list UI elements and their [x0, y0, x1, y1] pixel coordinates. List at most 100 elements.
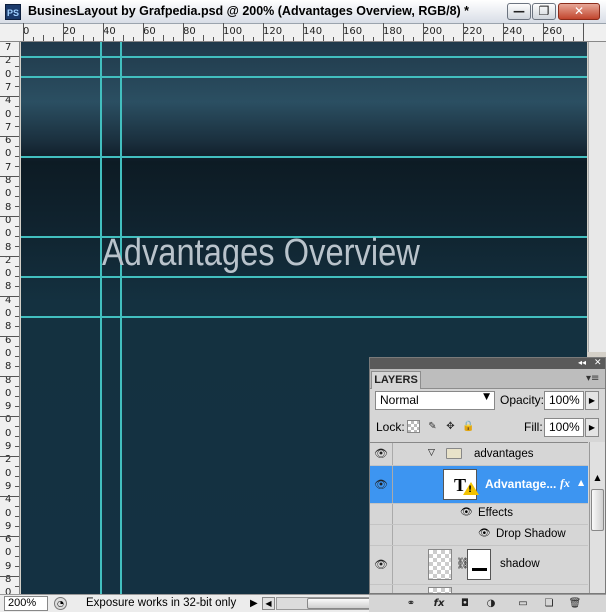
fx-icon[interactable]: fx — [431, 597, 447, 611]
expand-triangle-icon[interactable]: ▽ — [428, 448, 435, 458]
ruler-label: 0 — [5, 108, 12, 120]
ruler-tick — [15, 466, 19, 467]
blend-mode-select[interactable]: Normal ▼ — [375, 391, 495, 410]
ruler-tick — [15, 436, 19, 437]
drop-shadow-row[interactable]: 👁 Drop Shadow — [370, 525, 588, 546]
adjustment-icon[interactable]: ◑ — [483, 597, 499, 611]
ruler-tick — [203, 35, 204, 41]
ruler-label: 8 — [5, 321, 12, 333]
ruler-tick — [513, 37, 514, 41]
ruler-label: 8 — [5, 361, 12, 373]
layer-row-selected[interactable]: 👁 T ! Advantage... fx ▲ — [370, 466, 588, 504]
ruler-tick — [15, 426, 19, 427]
eye-icon[interactable]: 👁 — [460, 507, 473, 518]
minimize-button[interactable]: — — [507, 3, 531, 20]
ruler-tick — [463, 23, 464, 41]
folder-icon — [446, 448, 462, 459]
layers-scroll-thumb[interactable] — [591, 489, 604, 531]
guide-horizontal[interactable] — [21, 276, 587, 278]
layer-name: Advantage... — [485, 477, 557, 491]
ruler-label: 0 — [5, 268, 12, 280]
ruler-tick — [15, 476, 19, 477]
ruler-label: 9 — [5, 441, 12, 452]
mask-icon[interactable]: ◘ — [457, 597, 473, 611]
ruler-tick — [15, 506, 19, 507]
ruler-label: 0 — [5, 467, 12, 479]
tab-layers[interactable]: LAYERS — [371, 371, 421, 389]
ruler-tick — [73, 37, 74, 41]
new-layer-icon[interactable]: ❏ — [541, 597, 557, 611]
layer-row[interactable]: 👁 ⛓ shadow — [370, 546, 588, 585]
maximize-button[interactable]: ❐ — [532, 3, 556, 20]
ruler-label: 9 — [5, 520, 12, 532]
layer-row[interactable] — [370, 585, 588, 593]
effects-row[interactable]: 👁 Effects — [370, 504, 588, 525]
panel-menu-icon[interactable]: ▾≡ — [586, 373, 599, 384]
eye-icon[interactable]: 👁 — [370, 466, 393, 503]
opacity-slider-button[interactable]: ▶ — [585, 391, 599, 410]
link-icon[interactable]: ⚭ — [403, 597, 419, 611]
ruler-tick — [283, 35, 284, 41]
lock-transparency-icon[interactable] — [407, 420, 420, 433]
title-bar: PS BusinesLayout by Grafpedia.psd @ 200%… — [0, 0, 606, 24]
ruler-tick — [413, 37, 414, 41]
ruler-tick — [15, 276, 19, 277]
ruler-label: 0 — [5, 547, 12, 559]
guide-horizontal[interactable] — [21, 156, 587, 158]
panel-collapse-icon[interactable]: ◂◂ — [578, 358, 586, 368]
fx-icon[interactable]: fx — [560, 476, 570, 491]
lock-brush-icon[interactable]: ✎ — [426, 420, 439, 433]
blank-eye-slot — [370, 585, 393, 593]
eye-icon[interactable]: 👁 — [478, 528, 491, 539]
vertical-ruler[interactable]: 7207407607808008208408608809009209409609… — [0, 42, 20, 594]
layer-name: shadow — [500, 558, 540, 570]
opacity-field[interactable]: 100% — [544, 391, 584, 410]
zoom-level-field[interactable]: 200% — [4, 596, 48, 611]
trash-icon[interactable]: 🗑 — [567, 597, 583, 611]
panel-close-icon[interactable]: ✕ — [594, 358, 602, 368]
ruler-label: 80 — [183, 26, 196, 37]
ruler-label: 60 — [143, 26, 156, 37]
ruler-tick — [373, 37, 374, 41]
ruler-tick — [23, 23, 24, 41]
ruler-tick — [0, 216, 19, 217]
effects-toggle-icon[interactable]: ▲ — [578, 478, 584, 487]
eye-icon[interactable]: 👁 — [370, 443, 393, 465]
ruler-tick — [15, 306, 19, 307]
ruler-tick — [15, 386, 19, 387]
panel-tab-bar: LAYERS ▾≡ — [370, 369, 605, 389]
ruler-tick — [393, 37, 394, 41]
guide-vertical[interactable] — [100, 42, 102, 594]
eye-icon[interactable]: 👁 — [370, 546, 393, 584]
close-button[interactable]: ✕ — [558, 3, 600, 20]
scroll-up-icon[interactable]: ▲ — [591, 473, 604, 485]
guide-horizontal[interactable] — [21, 316, 587, 318]
guide-vertical[interactable] — [120, 42, 122, 594]
layers-scrollbar[interactable]: ▲ — [589, 442, 605, 593]
layer-group-row[interactable]: 👁 ▽ advantages — [370, 443, 588, 466]
ruler-tick — [15, 366, 19, 367]
ruler-tick — [343, 23, 344, 41]
scroll-left-button[interactable]: ◀ — [262, 597, 275, 610]
lock-move-icon[interactable]: ✥ — [444, 420, 457, 433]
ruler-label: 8 — [5, 281, 12, 293]
status-menu-arrow-icon[interactable]: ▶ — [250, 598, 258, 609]
canvas-vertical-scrollbar[interactable] — [588, 42, 606, 352]
ruler-label: 7 — [5, 121, 12, 133]
guide-horizontal[interactable] — [21, 76, 587, 78]
ruler-tick — [303, 23, 304, 41]
lock-all-icon[interactable]: 🔒 — [462, 420, 475, 433]
status-info-icon[interactable]: ◔ — [54, 597, 67, 610]
ruler-label: 0 — [5, 347, 12, 359]
fill-slider-button[interactable]: ▶ — [585, 418, 599, 437]
fill-field[interactable]: 100% — [544, 418, 584, 437]
horizontal-ruler[interactable]: 0 20 40 60 80 100 120 140 160 180 200 22… — [0, 23, 606, 42]
ruler-tick — [63, 23, 64, 41]
ruler-tick — [103, 23, 104, 41]
ruler-tick — [563, 35, 564, 41]
layer-mask-thumbnail — [467, 549, 491, 580]
ruler-tick — [15, 86, 19, 87]
ruler-tick — [383, 23, 384, 41]
folder-icon[interactable]: ▭ — [515, 597, 531, 611]
guide-horizontal[interactable] — [21, 56, 587, 58]
